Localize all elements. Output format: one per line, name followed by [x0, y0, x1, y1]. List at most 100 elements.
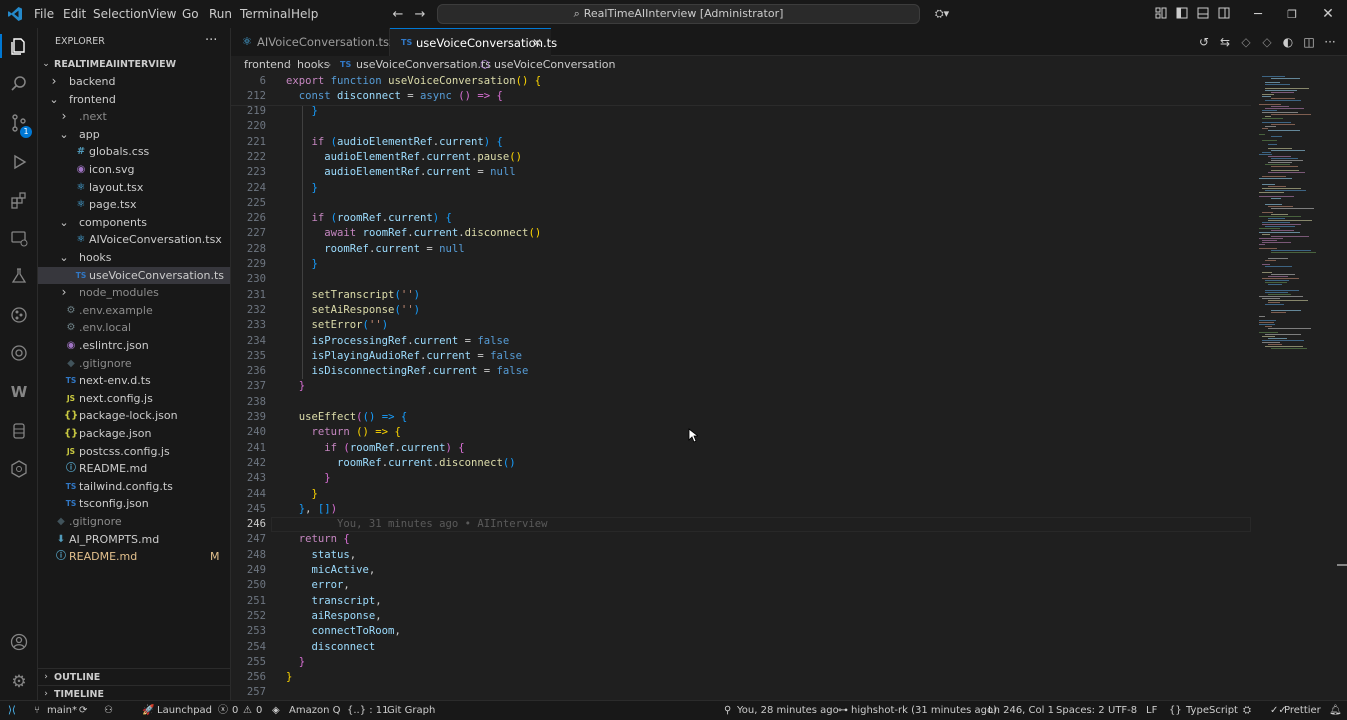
code-line[interactable]: isDisconnectingRef.current = false — [286, 364, 529, 379]
menu-file[interactable]: File — [34, 0, 54, 28]
next-change-icon[interactable]: ◇ — [1260, 35, 1274, 49]
code-line[interactable]: error, — [286, 578, 350, 593]
tree-file[interactable]: ⬇ AI_PROMPTS.md — [38, 531, 230, 549]
tree-file[interactable]: ◆ .gitignore — [38, 513, 230, 531]
tree-file[interactable]: ⚙ .env.local — [38, 319, 230, 337]
code-line[interactable]: }, []) — [286, 502, 337, 517]
split-editor-icon[interactable]: ◫ — [1302, 35, 1316, 49]
code-line[interactable]: roomRef.current = null — [286, 242, 464, 257]
toggle-primary-sidebar-icon[interactable] — [1175, 6, 1189, 20]
code-line[interactable]: } — [286, 487, 318, 502]
back-arrow-icon[interactable]: ← — [390, 6, 406, 22]
tree-file[interactable]: JS postcss.config.js — [38, 443, 230, 461]
code-line[interactable]: } — [286, 655, 305, 670]
tree-file[interactable]: TS tailwind.config.ts — [38, 478, 230, 496]
tree-folder[interactable]: ⌄ hooks — [38, 249, 230, 267]
menu-help[interactable]: Help — [291, 0, 318, 28]
tree-folder[interactable]: › backend — [38, 73, 230, 91]
tree-file[interactable]: ◆ .gitignore — [38, 355, 230, 373]
prettier-label[interactable]: Prettier — [1284, 701, 1321, 720]
tree-folder[interactable]: ⌄ frontend — [38, 91, 230, 109]
tree-file[interactable]: ◉ icon.svg — [38, 161, 230, 179]
end-of-line[interactable]: LF — [1146, 701, 1157, 720]
code-line[interactable]: audioElementRef.current = null — [286, 165, 515, 180]
breadcrumb-symbol[interactable]: useVoiceConversation — [494, 56, 615, 74]
scrollbar-thumb[interactable] — [1337, 564, 1347, 566]
extensions-icon[interactable] — [9, 190, 29, 210]
sticky-scroll-header[interactable]: 6 export function useVoiceConversation() … — [231, 74, 1251, 106]
menu-terminal[interactable]: Terminal — [240, 0, 291, 28]
copilot-icon[interactable]: ⛭ — [1243, 701, 1251, 720]
git-icon[interactable]: ⚇ — [104, 701, 113, 720]
gitlens-icon[interactable] — [9, 342, 29, 364]
tree-file[interactable]: JS next.config.js — [38, 390, 230, 408]
code-line[interactable]: if (roomRef.current) { — [286, 211, 452, 226]
blame-label[interactable]: You, 28 minutes ago — [737, 701, 839, 720]
code-line[interactable]: disconnect — [286, 640, 376, 655]
remote-explorer-icon[interactable] — [9, 228, 29, 248]
cursor-position[interactable]: Ln 246, Col 1 — [988, 701, 1054, 720]
code-line[interactable]: } — [286, 379, 305, 394]
code-line[interactable]: if (audioElementRef.current) { — [286, 135, 503, 150]
copilot-chat-icon[interactable]: ⛭▾ — [928, 6, 956, 22]
git-graph-icon[interactable] — [9, 304, 29, 326]
toggle-secondary-sidebar-icon[interactable] — [1217, 6, 1231, 20]
git-graph-label[interactable]: Git Graph — [387, 701, 435, 720]
tree-file[interactable]: ⚙ .env.example — [38, 302, 230, 320]
tree-file[interactable]: ⚛ page.tsx — [38, 196, 230, 214]
tree-file[interactable]: ⚛ AIVoiceConversation.tsx — [38, 231, 230, 249]
code-line[interactable]: await roomRef.current.disconnect() — [286, 226, 541, 241]
menu-view[interactable]: View — [148, 0, 176, 28]
tree-file[interactable]: {} package.json — [38, 425, 230, 443]
code-line[interactable]: setAiResponse('') — [286, 303, 420, 318]
explorer-icon[interactable] — [9, 36, 29, 56]
tree-folder[interactable]: ⌄ components — [38, 214, 230, 232]
amazon-q-icon[interactable] — [9, 458, 29, 480]
code-line[interactable]: micActive, — [286, 563, 376, 578]
tree-file[interactable]: {} package-lock.json — [38, 407, 230, 425]
code-line[interactable]: transcript, — [286, 594, 382, 609]
minimize-icon[interactable]: ─ — [1250, 6, 1266, 22]
tree-folder[interactable]: › node_modules — [38, 284, 230, 302]
code-line[interactable]: isProcessingRef.current = false — [286, 334, 510, 349]
code-line[interactable]: isPlayingAudioRef.current = false — [286, 349, 523, 364]
menu-edit[interactable]: Edit — [63, 0, 86, 28]
account-icon[interactable] — [9, 632, 29, 652]
menu-selection[interactable]: Selection — [93, 0, 148, 28]
code-line[interactable]: if (roomRef.current) { — [286, 441, 464, 456]
selection-info[interactable]: {..} : 11 — [347, 701, 389, 720]
tab-usevoiceconversation[interactable]: TS useVoiceConversation.ts ✕ — [390, 28, 557, 56]
tree-file[interactable]: ⚛ layout.tsx — [38, 179, 230, 197]
code-line[interactable]: return { — [286, 532, 350, 547]
breadcrumb-frontend[interactable]: frontend — [244, 56, 291, 74]
tree-folder[interactable]: ⌄ app — [38, 126, 230, 144]
outline-section[interactable]: › OUTLINE — [38, 668, 230, 687]
remote-indicator-icon[interactable]: ⟩⟨ — [8, 701, 16, 720]
timeline-history-icon[interactable]: ↺ — [1197, 35, 1211, 49]
minimap[interactable] — [1251, 74, 1347, 700]
command-center[interactable]: ⌕ RealTimeAIInterview [Administrator] — [437, 4, 920, 24]
tree-file[interactable]: ⓘ README.md M — [38, 548, 230, 566]
explorer-root[interactable]: ⌄ REALTIMEAIINTERVIEW — [38, 56, 230, 74]
more-actions-icon[interactable]: ··· — [1323, 35, 1337, 49]
menu-go[interactable]: Go — [182, 0, 199, 28]
breadcrumb-hooks[interactable]: hooks — [297, 56, 330, 74]
testing-icon[interactable] — [9, 266, 29, 286]
notifications-bell-icon[interactable]: 🔔︎ — [1329, 701, 1342, 720]
sync-icon[interactable]: ⟳ — [79, 701, 87, 720]
code-line[interactable]: audioElementRef.current.pause() — [286, 150, 522, 165]
code-line[interactable]: connectToRoom, — [286, 624, 401, 639]
language-mode[interactable]: TypeScript — [1186, 701, 1238, 720]
code-line[interactable]: setTranscript('') — [286, 288, 420, 303]
warning-count[interactable]: 0 — [256, 701, 262, 720]
code-line[interactable]: aiResponse, — [286, 609, 382, 624]
search-view-icon[interactable] — [9, 74, 29, 94]
menu-run[interactable]: Run — [209, 0, 232, 28]
code-editor[interactable]: 6 export function useVoiceConversation() … — [231, 74, 1251, 700]
code-line[interactable]: status, — [286, 548, 357, 563]
tree-file[interactable]: TS next-env.d.ts — [38, 372, 230, 390]
error-count[interactable]: 0 — [232, 701, 238, 720]
amazon-q-label[interactable]: Amazon Q — [289, 701, 340, 720]
customize-layout-icon[interactable] — [1154, 6, 1168, 20]
launchpad-label[interactable]: Launchpad — [157, 701, 212, 720]
